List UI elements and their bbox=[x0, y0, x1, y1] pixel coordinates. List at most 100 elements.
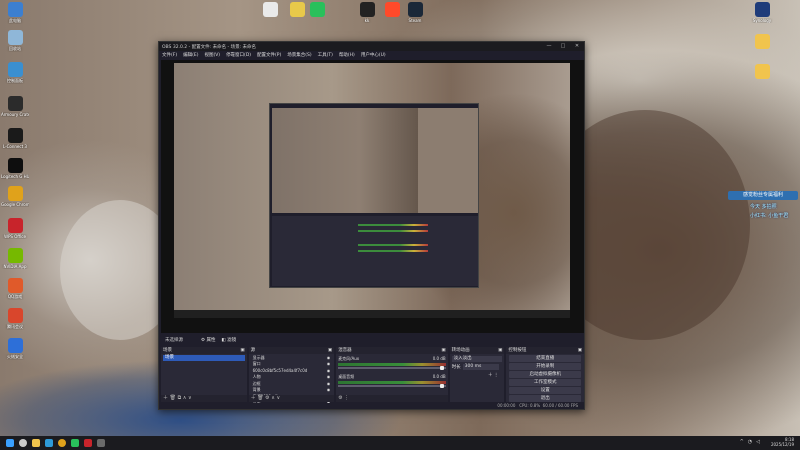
source-item[interactable]: 显示器 ◉ bbox=[251, 355, 333, 361]
menu-item[interactable]: 帮助(H) bbox=[339, 52, 355, 58]
dock-menu-icon[interactable]: ▣ bbox=[240, 347, 244, 354]
desktop-shortcut[interactable]: Steam bbox=[401, 2, 429, 23]
menu-item[interactable]: 编辑(E) bbox=[183, 52, 198, 58]
volume-meter bbox=[338, 381, 446, 384]
volume-icon[interactable]: ◁ bbox=[756, 439, 760, 445]
network-icon[interactable]: ◔ bbox=[748, 439, 752, 445]
search-icon[interactable] bbox=[19, 439, 27, 447]
control-button[interactable]: 退出 bbox=[509, 395, 582, 402]
desktop-shortcut[interactable]: Logitech G HUB bbox=[1, 158, 29, 179]
scene-item[interactable]: 场景 bbox=[163, 355, 245, 361]
remove-source-icon[interactable]: 🗑 bbox=[257, 395, 263, 401]
menu-item[interactable]: 场景集合(S) bbox=[287, 52, 311, 58]
file-explorer-icon[interactable] bbox=[32, 439, 40, 447]
volume-slider[interactable] bbox=[338, 384, 446, 388]
desktop-shortcut[interactable]: Synology bbox=[748, 2, 776, 23]
control-button[interactable]: 开始录制 bbox=[509, 363, 582, 370]
source-item[interactable]: 600c0c8bf5c57ed4a4f7c0d ◉ bbox=[251, 368, 333, 374]
desktop-shortcut[interactable]: kk bbox=[353, 2, 381, 23]
visibility-icon[interactable]: ◉ bbox=[327, 368, 331, 374]
wechat-icon[interactable] bbox=[71, 439, 79, 447]
desktop-shortcut[interactable] bbox=[748, 34, 776, 50]
move-down-icon[interactable]: ∨ bbox=[277, 395, 281, 401]
source-item[interactable]: 窗口 ◉ bbox=[251, 361, 333, 367]
menu-item[interactable]: 停靠窗口(D) bbox=[226, 52, 251, 58]
desktop-shortcut[interactable]: 此电脑 bbox=[1, 2, 29, 24]
app-icon[interactable] bbox=[84, 439, 92, 447]
menu-item[interactable]: 配置文件(P) bbox=[257, 52, 281, 58]
desktop-shortcut[interactable] bbox=[256, 2, 284, 18]
visibility-icon[interactable]: ◉ bbox=[327, 361, 331, 367]
shortcut-label: WPS Office bbox=[4, 234, 26, 239]
mixer-menu-icon[interactable]: ⋮ bbox=[344, 395, 349, 401]
move-up-icon[interactable]: ∧ bbox=[271, 395, 275, 401]
add-transition-icon[interactable]: ＋ bbox=[488, 372, 493, 378]
control-button[interactable]: 设置 bbox=[509, 387, 582, 394]
visibility-icon[interactable]: ◉ bbox=[327, 374, 331, 380]
visibility-icon[interactable]: ◉ bbox=[327, 381, 331, 387]
control-button[interactable]: 工作室模式 bbox=[509, 379, 582, 386]
dock-menu-icon[interactable]: ▣ bbox=[328, 347, 332, 354]
obs-window[interactable]: OBS 32.0.2 - 配置文件: 未命名 - 场景: 未命名 — □ ✕ 文… bbox=[158, 41, 585, 410]
chrome-icon[interactable] bbox=[58, 439, 66, 447]
move-down-icon[interactable]: ∨ bbox=[188, 395, 192, 401]
properties-button[interactable]: ⚙ 属性 bbox=[201, 337, 215, 343]
visibility-icon[interactable]: ◉ bbox=[327, 387, 331, 393]
volume-slider[interactable] bbox=[338, 366, 446, 370]
nested-meter-1 bbox=[358, 224, 428, 226]
sources-toolbar: ＋ 🗑 ⚙ ∧ ∨ bbox=[248, 395, 335, 402]
desktop-shortcut[interactable]: 腾讯会议 bbox=[1, 308, 29, 330]
desktop-shortcut[interactable]: 控制面板 bbox=[1, 62, 29, 84]
dock-menu-icon[interactable]: ▣ bbox=[498, 347, 502, 354]
slider-knob[interactable] bbox=[439, 366, 444, 370]
transition-select[interactable]: 淡入淡出 bbox=[451, 356, 502, 362]
duration-input[interactable]: 300 ms bbox=[462, 364, 499, 370]
menu-item[interactable]: 文件(F) bbox=[162, 52, 177, 58]
clock[interactable]: 8:18 2025/12/19 bbox=[771, 437, 794, 447]
desktop-shortcut[interactable]: Google Chrome bbox=[1, 186, 29, 207]
visibility-icon[interactable]: ◉ bbox=[327, 355, 331, 361]
mixer-settings-icon[interactable]: ⚙ bbox=[338, 395, 342, 401]
chevron-up-icon[interactable]: ^ bbox=[740, 439, 744, 445]
obs-preview[interactable] bbox=[161, 60, 584, 333]
desktop-shortcut[interactable]: Armoury Crate bbox=[1, 96, 29, 117]
obs-titlebar[interactable]: OBS 32.0.2 - 配置文件: 未命名 - 场景: 未命名 — □ ✕ bbox=[159, 42, 584, 51]
control-button[interactable]: 结束直播 bbox=[509, 355, 582, 362]
slider-knob[interactable] bbox=[439, 384, 444, 388]
source-item[interactable]: 人物 ◉ bbox=[251, 374, 333, 380]
add-scene-icon[interactable]: ＋ bbox=[163, 395, 168, 401]
desktop-shortcut[interactable]: L-Connect 3 bbox=[1, 128, 29, 149]
close-icon[interactable]: ✕ bbox=[570, 42, 584, 51]
control-button[interactable]: 启动虚拟摄像机 bbox=[509, 371, 582, 378]
source-name: 窗口 bbox=[252, 361, 261, 366]
desktop-shortcut[interactable]: WPS Office bbox=[1, 218, 29, 239]
menu-item[interactable]: 视图(V) bbox=[204, 52, 220, 58]
move-up-icon[interactable]: ∧ bbox=[183, 395, 187, 401]
source-item[interactable]: 背景 ◉ bbox=[251, 387, 333, 393]
desktop-shortcut[interactable] bbox=[303, 2, 331, 18]
dock-menu-icon[interactable]: ▣ bbox=[441, 347, 445, 354]
desktop-shortcut[interactable] bbox=[748, 64, 776, 80]
scene-filter-icon[interactable]: ⧉ bbox=[178, 395, 182, 401]
desktop-shortcut[interactable]: 火绒安全 bbox=[1, 338, 29, 360]
armoury-icon bbox=[7, 96, 23, 111]
source-toolbar: 未选择源 ⚙ 属性 ◧ 滤镜 bbox=[161, 335, 584, 344]
add-source-icon[interactable]: ＋ bbox=[251, 395, 256, 401]
source-name: 显示器 bbox=[252, 354, 265, 360]
source-settings-icon[interactable]: ⚙ bbox=[265, 395, 269, 401]
minimize-icon[interactable]: — bbox=[542, 42, 556, 51]
remove-scene-icon[interactable]: 🗑 bbox=[170, 395, 176, 401]
filters-button[interactable]: ◧ 滤镜 bbox=[221, 337, 236, 343]
obs-icon[interactable] bbox=[97, 439, 105, 447]
start-icon[interactable] bbox=[6, 439, 14, 447]
desktop-shortcut[interactable]: 回收站 bbox=[1, 30, 29, 52]
edge-icon[interactable] bbox=[45, 439, 53, 447]
menu-item[interactable]: 用户中心(U) bbox=[361, 52, 386, 58]
menu-item[interactable]: 工具(T) bbox=[318, 52, 333, 58]
desktop-shortcut[interactable]: NVIDIA App bbox=[1, 248, 29, 269]
maximize-icon[interactable]: □ bbox=[556, 42, 570, 51]
transition-menu-icon[interactable]: ⋮ bbox=[494, 373, 499, 378]
desktop-shortcut[interactable]: QQ游戏 bbox=[1, 278, 29, 300]
dock-menu-icon[interactable]: ▣ bbox=[578, 347, 582, 354]
source-item[interactable]: 边框 ◉ bbox=[251, 381, 333, 387]
